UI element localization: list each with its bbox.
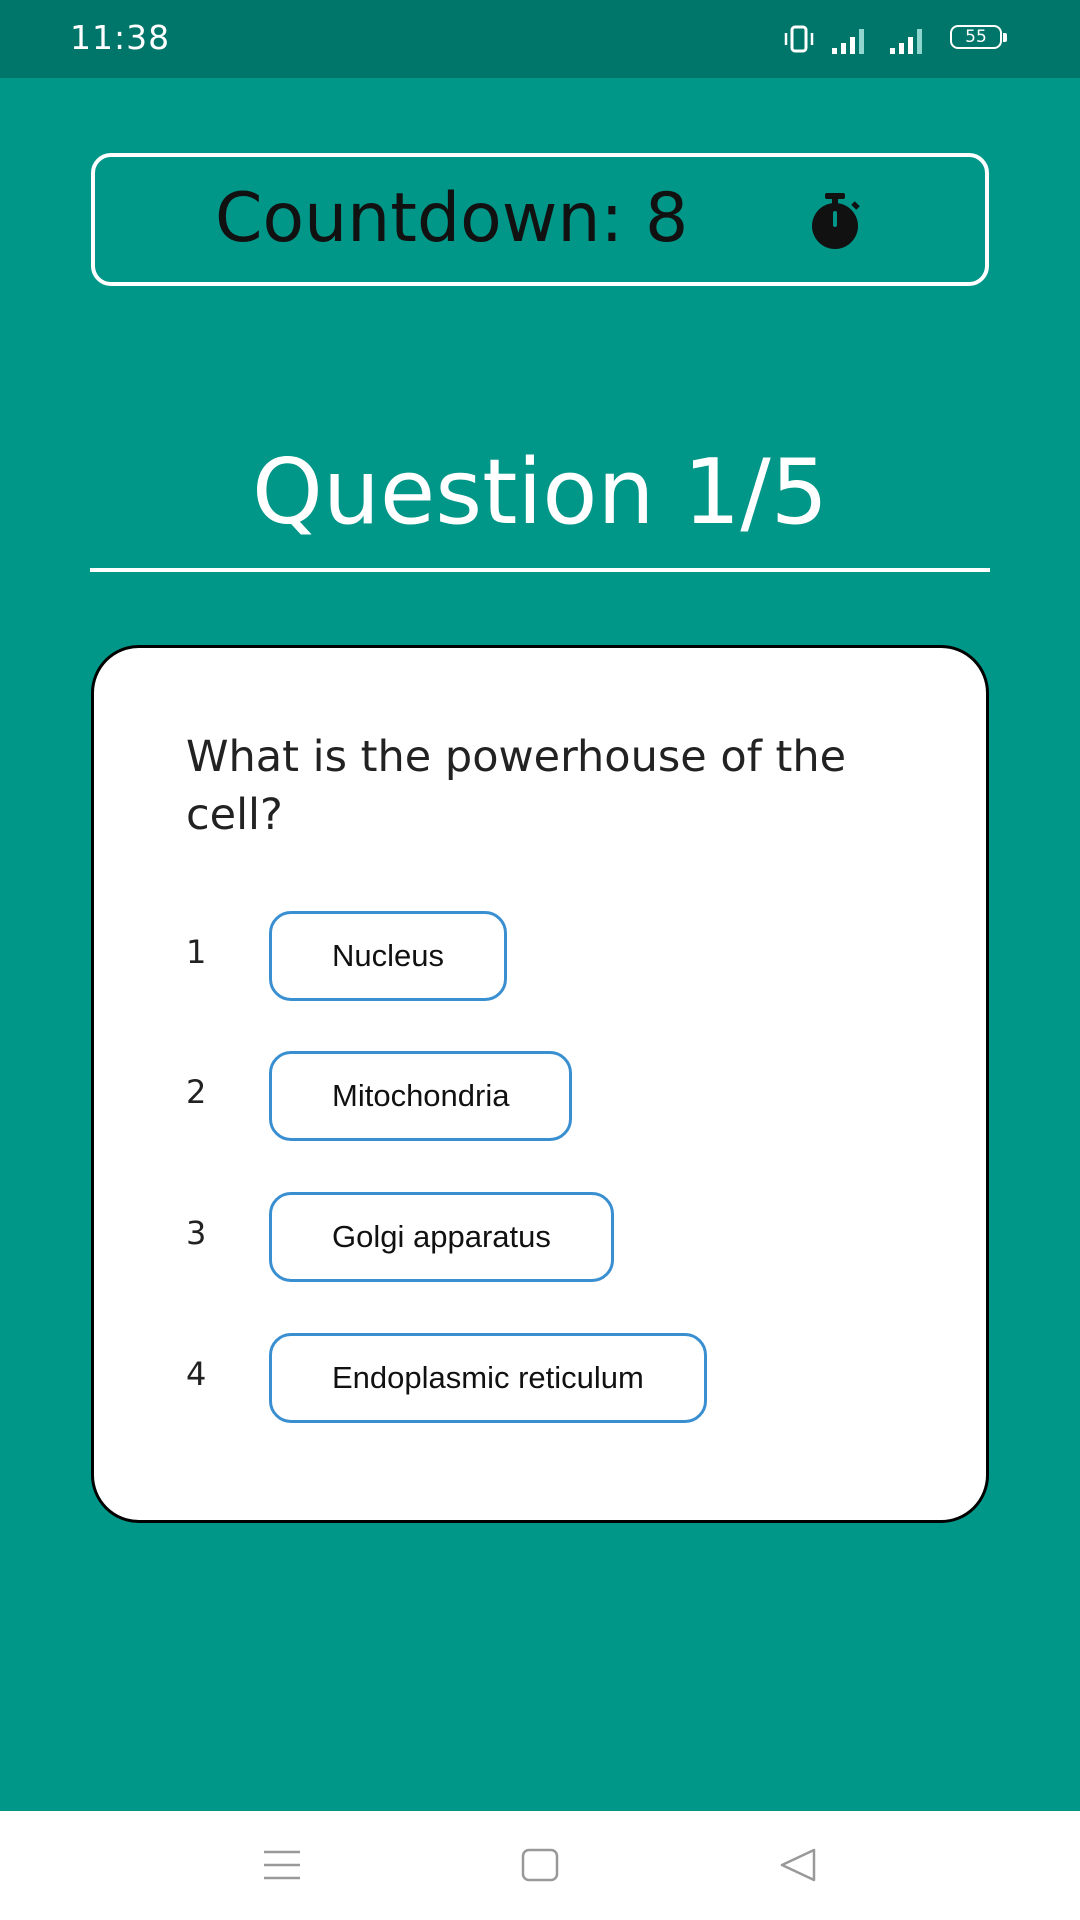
option-number: 3 (186, 1214, 207, 1252)
navigation-bar (0, 1811, 1080, 1920)
option-row-2: 2 Mitochondria (94, 1051, 984, 1141)
option-button-mitochondria[interactable]: Mitochondria (269, 1051, 573, 1141)
countdown-label: Countdown: 8 (215, 179, 689, 258)
status-bar: 11:38 55 (0, 0, 1080, 78)
option-number: 2 (186, 1073, 207, 1111)
stopwatch-icon (812, 193, 860, 249)
option-button-endoplasmic-reticulum[interactable]: Endoplasmic reticulum (269, 1333, 707, 1423)
option-button-golgi-apparatus[interactable]: Golgi apparatus (269, 1192, 614, 1282)
option-row-3: 3 Golgi apparatus (94, 1192, 984, 1282)
battery-icon: 55 (950, 25, 1007, 49)
option-row-1: 1 Nucleus (94, 911, 984, 1001)
question-text: What is the powerhouse of the cell? (186, 732, 847, 840)
countdown-box: Countdown: 8 (91, 153, 989, 286)
signal-icon (832, 29, 864, 54)
option-number: 1 (186, 933, 207, 971)
question-title: Question 1/5 (252, 440, 828, 545)
home-icon[interactable] (520, 1847, 560, 1883)
status-time: 11:38 (70, 18, 171, 57)
option-number: 4 (186, 1355, 207, 1393)
signal-icon (890, 29, 922, 54)
vibrate-icon (784, 25, 814, 53)
option-row-4: 4 Endoplasmic reticulum (94, 1333, 984, 1423)
back-icon[interactable] (778, 1847, 818, 1883)
menu-icon[interactable] (262, 1847, 302, 1883)
question-card: What is the powerhouse of the cell? 1 Nu… (91, 645, 989, 1523)
title-divider (90, 568, 990, 572)
option-button-nucleus[interactable]: Nucleus (269, 911, 507, 1001)
